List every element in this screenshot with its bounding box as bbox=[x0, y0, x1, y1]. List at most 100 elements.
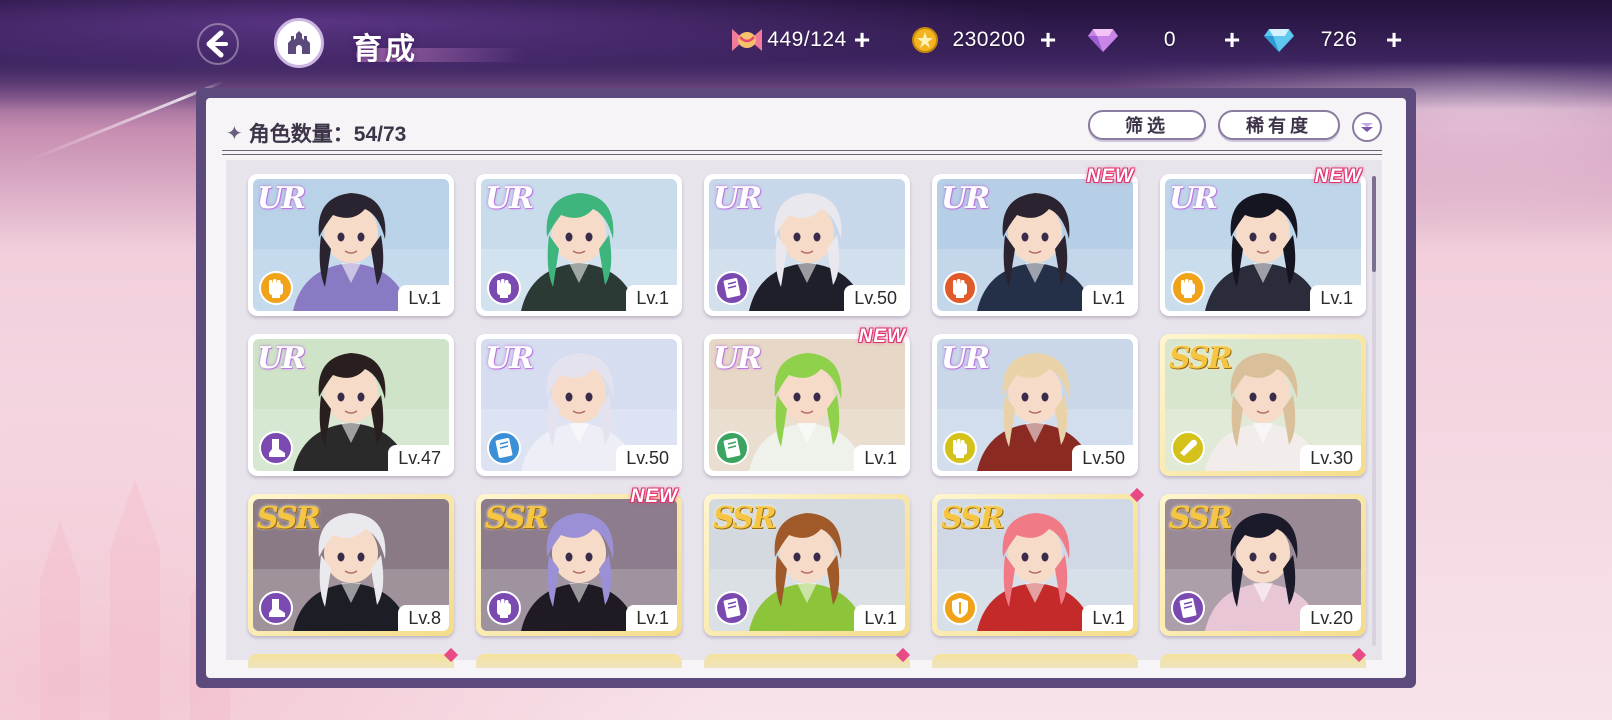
fist-icon bbox=[487, 591, 521, 625]
resource-blue-diamond: 726 + bbox=[1262, 22, 1406, 58]
sparkle-icon: ✦ bbox=[226, 122, 243, 145]
character-portrait: UR Lv.50 bbox=[481, 339, 677, 471]
rarity-label: SSR bbox=[713, 501, 777, 536]
character-portrait: UR Lv.50 bbox=[709, 179, 905, 311]
character-card[interactable]: UR Lv.1 NEW bbox=[932, 166, 1138, 316]
back-arrow-icon bbox=[197, 23, 239, 65]
character-card[interactable]: SSR Lv.1 bbox=[932, 494, 1138, 636]
level-label: Lv.1 bbox=[1082, 605, 1133, 631]
book-icon bbox=[715, 591, 749, 625]
pink-diamond-icon bbox=[1086, 23, 1120, 57]
rarity-label: SSR bbox=[1169, 341, 1233, 376]
level-label: Lv.1 bbox=[854, 605, 905, 631]
character-card-partial[interactable] bbox=[704, 654, 910, 668]
character-count: ✦ 角色数量：54/73 bbox=[226, 118, 406, 148]
character-portrait: UR Lv.50 bbox=[937, 339, 1133, 471]
back-button[interactable] bbox=[196, 22, 240, 66]
page-title: 育成 bbox=[352, 33, 418, 66]
resource-pink-diamond: 0 + bbox=[1086, 22, 1244, 58]
resource-gold: 230200 + bbox=[908, 22, 1060, 58]
character-card-partial[interactable] bbox=[1160, 654, 1366, 668]
level-label: Lv.1 bbox=[1310, 285, 1361, 311]
rarity-label: SSR bbox=[941, 501, 1005, 536]
rarity-label: UR bbox=[713, 181, 762, 216]
fist-icon bbox=[943, 431, 977, 465]
level-label: Lv.30 bbox=[1300, 445, 1361, 471]
blue-diamond-icon bbox=[1262, 23, 1296, 57]
level-label: Lv.47 bbox=[388, 445, 449, 471]
resource-stamina: 449/124 + bbox=[730, 22, 874, 58]
character-card[interactable]: UR Lv.47 bbox=[248, 334, 454, 476]
character-card-partial[interactable] bbox=[476, 654, 682, 668]
horn-icon bbox=[1171, 431, 1205, 465]
level-label: Lv.50 bbox=[616, 445, 677, 471]
character-portrait: UR Lv.1 bbox=[1165, 179, 1361, 311]
chevron-down-icon bbox=[1361, 123, 1373, 132]
pink-diamond-value: 0 bbox=[1163, 28, 1177, 51]
character-card[interactable]: SSR Lv.20 bbox=[1160, 494, 1366, 636]
gold-coin-icon bbox=[908, 23, 942, 57]
gold-value: 230200 bbox=[952, 28, 1026, 51]
character-portrait: UR Lv.1 bbox=[937, 179, 1133, 311]
character-card[interactable]: UR Lv.50 bbox=[704, 174, 910, 316]
blue-diamond-value: 726 bbox=[1320, 28, 1358, 51]
new-badge: NEW bbox=[630, 486, 678, 507]
character-card[interactable]: UR Lv.1 NEW bbox=[704, 326, 910, 476]
divider bbox=[222, 154, 1382, 155]
character-card[interactable]: UR Lv.50 bbox=[932, 334, 1138, 476]
rarity-label: SSR bbox=[485, 501, 549, 536]
new-badge: NEW bbox=[1314, 166, 1362, 187]
character-portrait: SSR Lv.1 bbox=[709, 499, 905, 631]
level-label: Lv.50 bbox=[1072, 445, 1133, 471]
level-label: Lv.1 bbox=[626, 605, 677, 631]
book-icon bbox=[487, 431, 521, 465]
add-blue-diamond-button[interactable]: + bbox=[1382, 26, 1406, 54]
character-portrait: UR Lv.1 bbox=[253, 179, 449, 311]
level-label: Lv.20 bbox=[1300, 605, 1361, 631]
character-card[interactable]: SSR Lv.8 bbox=[248, 494, 454, 636]
scrollbar-thumb[interactable] bbox=[1372, 176, 1376, 272]
character-portrait: SSR Lv.1 bbox=[937, 499, 1133, 631]
add-pink-diamond-button[interactable]: + bbox=[1220, 26, 1244, 54]
rarity-label: UR bbox=[485, 181, 534, 216]
new-badge: NEW bbox=[1086, 166, 1134, 187]
add-gold-button[interactable]: + bbox=[1036, 26, 1060, 54]
home-button[interactable] bbox=[274, 18, 324, 68]
filter-button[interactable]: 筛选 bbox=[1088, 110, 1206, 140]
fist-icon bbox=[1171, 271, 1205, 305]
character-card[interactable]: SSR Lv.30 bbox=[1160, 334, 1366, 476]
character-portrait: UR Lv.1 bbox=[709, 339, 905, 471]
rarity-label: SSR bbox=[1169, 501, 1233, 536]
character-portrait: UR Lv.1 bbox=[481, 179, 677, 311]
new-badge: NEW bbox=[858, 326, 906, 347]
rarity-label: UR bbox=[713, 341, 762, 376]
castle-home-icon bbox=[288, 31, 310, 54]
fist-icon bbox=[259, 271, 293, 305]
rarity-label: UR bbox=[1169, 181, 1218, 216]
character-count-label: 角色数量：54/73 bbox=[248, 123, 407, 146]
rarity-label: UR bbox=[485, 341, 534, 376]
level-label: Lv.1 bbox=[398, 285, 449, 311]
rarity-label: UR bbox=[941, 181, 990, 216]
character-portrait: SSR Lv.8 bbox=[253, 499, 449, 631]
character-card[interactable]: UR Lv.1 NEW bbox=[1160, 166, 1366, 316]
fist-icon bbox=[487, 271, 521, 305]
character-card[interactable]: UR Lv.1 bbox=[248, 174, 454, 316]
character-card[interactable]: SSR Lv.1 bbox=[704, 494, 910, 636]
level-label: Lv.1 bbox=[854, 445, 905, 471]
level-label: Lv.50 bbox=[844, 285, 905, 311]
character-card-partial[interactable] bbox=[248, 654, 454, 668]
divider bbox=[222, 150, 1382, 151]
level-label: Lv.1 bbox=[626, 285, 677, 311]
character-card[interactable]: UR Lv.50 bbox=[476, 334, 682, 476]
sort-order-toggle[interactable] bbox=[1352, 112, 1382, 142]
candy-stamina-icon bbox=[730, 23, 764, 57]
character-card[interactable]: SSR Lv.1 NEW bbox=[476, 486, 682, 636]
book-icon bbox=[1171, 591, 1205, 625]
boot-icon bbox=[259, 431, 293, 465]
fist-icon bbox=[943, 271, 977, 305]
add-stamina-button[interactable]: + bbox=[850, 26, 874, 54]
rarity-sort-button[interactable]: 稀有度 bbox=[1218, 110, 1340, 140]
character-card-partial[interactable] bbox=[932, 654, 1138, 668]
character-card[interactable]: UR Lv.1 bbox=[476, 174, 682, 316]
